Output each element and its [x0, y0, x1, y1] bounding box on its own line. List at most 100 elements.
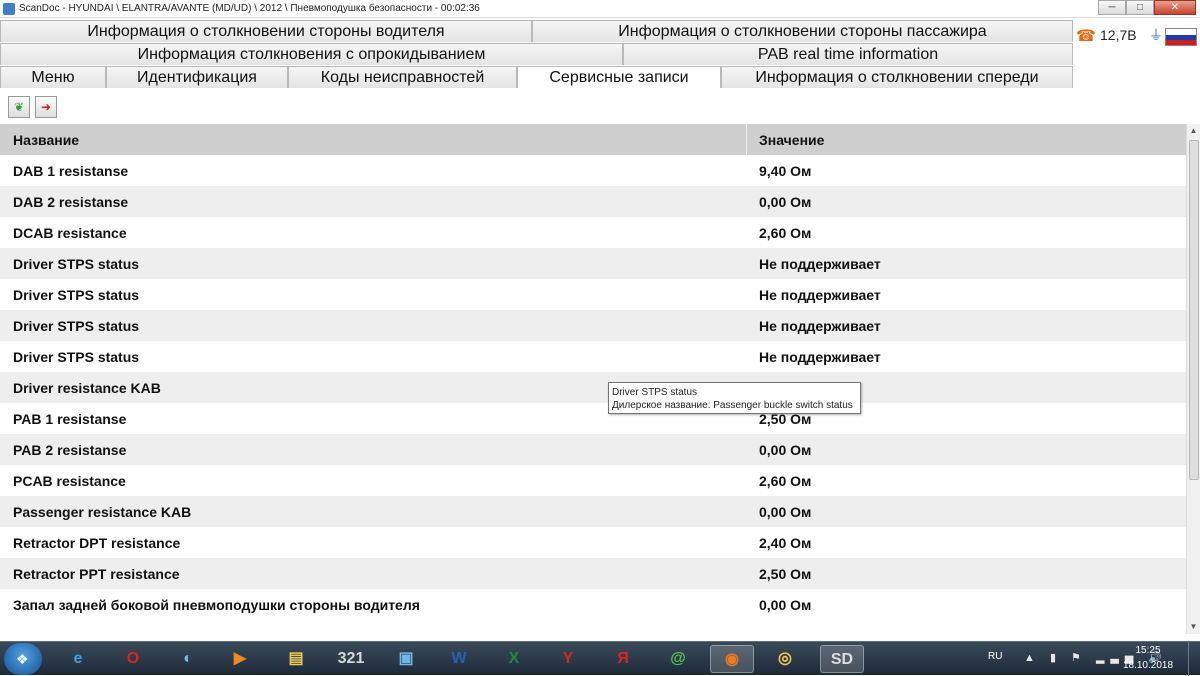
toolbar: ❦ ➜: [0, 88, 1200, 124]
parameter-value: 2,40 Ом: [759, 535, 812, 551]
table-row[interactable]: Запал задней боковой пневмоподушки сторо…: [0, 589, 1186, 620]
russian-flag-icon[interactable]: [1165, 28, 1197, 46]
vertical-scrollbar[interactable]: ▲ ▼: [1186, 124, 1200, 634]
taskbar-app-network[interactable]: ◐: [166, 645, 210, 673]
header-value[interactable]: Значение: [759, 132, 824, 148]
parameter-name: Passenger resistance KAB: [13, 504, 192, 520]
phone-icon: ☎: [1076, 28, 1096, 45]
maximize-button[interactable]: □: [1126, 0, 1154, 15]
parameter-name: DAB 1 resistanse: [13, 163, 129, 179]
windows-logo-icon: ❖: [16, 651, 29, 667]
taskbar-app-ie[interactable]: e: [56, 645, 100, 673]
taskbar-app-folder[interactable]: ▤: [274, 645, 318, 673]
table-row[interactable]: PCAB resistance 2,60 Ом: [0, 465, 1186, 496]
table-row[interactable]: DAB 2 resistanse 0,00 Ом: [0, 186, 1186, 217]
parameter-value: Не поддерживает: [759, 318, 881, 334]
tab-passenger-side-collision[interactable]: Информация о столкновении стороны пассаж…: [532, 20, 1073, 42]
tab-identification[interactable]: Идентификация: [106, 66, 288, 88]
app-icon: [3, 3, 15, 15]
parameter-name: Запал задней боковой пневмоподушки сторо…: [13, 597, 420, 613]
parameter-value: 2,60 Ом: [759, 473, 812, 489]
leaf-icon[interactable]: ❦: [8, 96, 30, 118]
plug-icon: ⏚: [1149, 27, 1163, 43]
parameter-name: Driver STPS status: [13, 349, 140, 365]
table-row[interactable]: DAB 1 resistanse 9,40 Ом: [0, 155, 1186, 186]
table-row[interactable]: Driver STPS status Не поддерживает: [0, 279, 1186, 310]
table-row[interactable]: PAB 1 resistanse 2,50 Ом: [0, 403, 1186, 434]
taskbar-app-mail[interactable]: @: [656, 645, 700, 673]
window-title-bar: ScanDoc - HYUNDAI \ ELANTRA/AVANTE (MD/U…: [0, 0, 1200, 18]
scroll-thumb[interactable]: [1189, 140, 1199, 480]
parameter-name: Driver STPS status: [13, 318, 140, 334]
parameter-name: Driver resistance KAB: [13, 380, 161, 396]
taskbar-app-yandex[interactable]: Y: [546, 645, 590, 673]
system-tray: RU ▲ ▮ ⚑ ▂▃▅ 🔊 15:25 18.10.2018: [980, 642, 1200, 676]
tab-pab-real-time[interactable]: PAB real time information: [623, 43, 1073, 65]
close-button[interactable]: ✕: [1154, 0, 1196, 15]
table-row[interactable]: Driver resistance KAB0,00 Ом: [0, 372, 1186, 403]
taskbar-app-yandex-ya[interactable]: Я: [601, 645, 645, 673]
table-row[interactable]: Retractor DPT resistance 2,40 Ом: [0, 527, 1186, 558]
taskbar-app-firefox[interactable]: ◉: [710, 645, 754, 673]
window-title: ScanDoc - HYUNDAI \ ELANTRA/AVANTE (MD/U…: [19, 3, 480, 14]
start-button[interactable]: ❖: [4, 643, 42, 675]
tab-driver-side-collision[interactable]: Информация о столкновении стороны водите…: [0, 20, 532, 42]
taskbar-app-media[interactable]: ▶: [218, 645, 262, 673]
voltage-readout: 12,7В: [1100, 27, 1137, 43]
clock-time[interactable]: 15:25: [1128, 645, 1168, 656]
tab-row-3: Меню Идентификация Коды неисправностей С…: [0, 66, 1073, 88]
table-row[interactable]: Driver STPS status Не поддерживает: [0, 341, 1186, 372]
taskbar-app-word[interactable]: W: [437, 645, 481, 673]
table-row[interactable]: Driver STPS status Не поддерживает: [0, 248, 1186, 279]
tooltip-title: Driver STPS status: [612, 387, 698, 398]
parameter-value: 9,40 Ом: [759, 163, 812, 179]
table-row[interactable]: DCAB resistance 2,60 Ом: [0, 217, 1186, 248]
parameter-name: Driver STPS status: [13, 256, 140, 272]
tab-front-collision[interactable]: Информация о столкновении спереди: [721, 66, 1073, 88]
parameter-value: 0,00 Ом: [759, 442, 812, 458]
parameter-value: 0,00 Ом: [759, 597, 812, 613]
tab-row-2: Информация столкновения с опрокидыванием…: [0, 43, 1073, 65]
tooltip-dealer-name: Дилерское название: Passenger buckle swi…: [612, 400, 853, 411]
taskbar-app-player321[interactable]: 321: [329, 645, 373, 673]
parameter-value: Не поддерживает: [759, 287, 881, 303]
parameter-name: Driver STPS status: [13, 287, 140, 303]
tab-service-records[interactable]: Сервисные записи: [517, 66, 721, 88]
clock-date[interactable]: 18.10.2018: [1120, 660, 1176, 671]
parameter-name: DAB 2 resistanse: [13, 194, 129, 210]
scroll-down-icon[interactable]: ▼: [1187, 620, 1200, 634]
taskbar-app-scandoc[interactable]: SD: [820, 645, 864, 673]
taskbar: ❖ e O ◐ ▶ ▤ 321 ▣ W X Y Я @ ◉ ◎ SD RU ▲ ▮ ⚑ ▂▃▅ 🔊 15:2…: [0, 641, 1200, 676]
show-desktop-button[interactable]: [1188, 642, 1200, 676]
parameter-name: PAB 1 resistanse: [13, 411, 127, 427]
exit-arrow-icon[interactable]: ➜: [35, 96, 57, 118]
taskbar-app-monitor[interactable]: ▣: [384, 645, 428, 673]
parameter-name: DCAB resistance: [13, 225, 127, 241]
parameter-name: PAB 2 resistanse: [13, 442, 127, 458]
tab-fault-codes[interactable]: Коды неисправностей: [288, 66, 517, 88]
tab-row-1: Информация о столкновении стороны водите…: [0, 20, 1073, 42]
taskbar-app-chrome[interactable]: ◎: [763, 645, 807, 673]
parameter-value: 2,60 Ом: [759, 225, 812, 241]
data-grid: Название Значение DAB 1 resistanse 9,40 О…: [0, 124, 1186, 634]
header-name[interactable]: Название: [13, 132, 79, 148]
parameter-value: 2,50 Ом: [759, 566, 812, 582]
language-indicator[interactable]: RU: [988, 651, 1002, 662]
parameter-value: 0,00 Ом: [759, 504, 812, 520]
table-row[interactable]: Retractor PPT resistance 2,50 Ом: [0, 558, 1186, 589]
parameter-value: 0,00 Ом: [759, 194, 812, 210]
grid-header-row: Название Значение: [0, 124, 1186, 155]
tab-rollover-collision[interactable]: Информация столкновения с опрокидыванием: [0, 43, 623, 65]
minimize-button[interactable]: ─: [1098, 0, 1126, 15]
table-row[interactable]: Passenger resistance KAB 0,00 Ом: [0, 496, 1186, 527]
tooltip: Driver STPS status Дилерское название: P…: [608, 382, 861, 414]
tab-menu[interactable]: Меню: [0, 66, 106, 88]
taskbar-app-opera[interactable]: O: [111, 645, 155, 673]
table-row[interactable]: Driver STPS status Не поддерживает: [0, 310, 1186, 341]
table-row[interactable]: PAB 2 resistanse 0,00 Ом: [0, 434, 1186, 465]
parameter-name: PCAB resistance: [13, 473, 126, 489]
status-panel: ☎ 12,7В ⏚: [1073, 18, 1200, 86]
parameter-value: Не поддерживает: [759, 256, 881, 272]
taskbar-app-excel[interactable]: X: [492, 645, 536, 673]
scroll-up-icon[interactable]: ▲: [1187, 124, 1200, 138]
